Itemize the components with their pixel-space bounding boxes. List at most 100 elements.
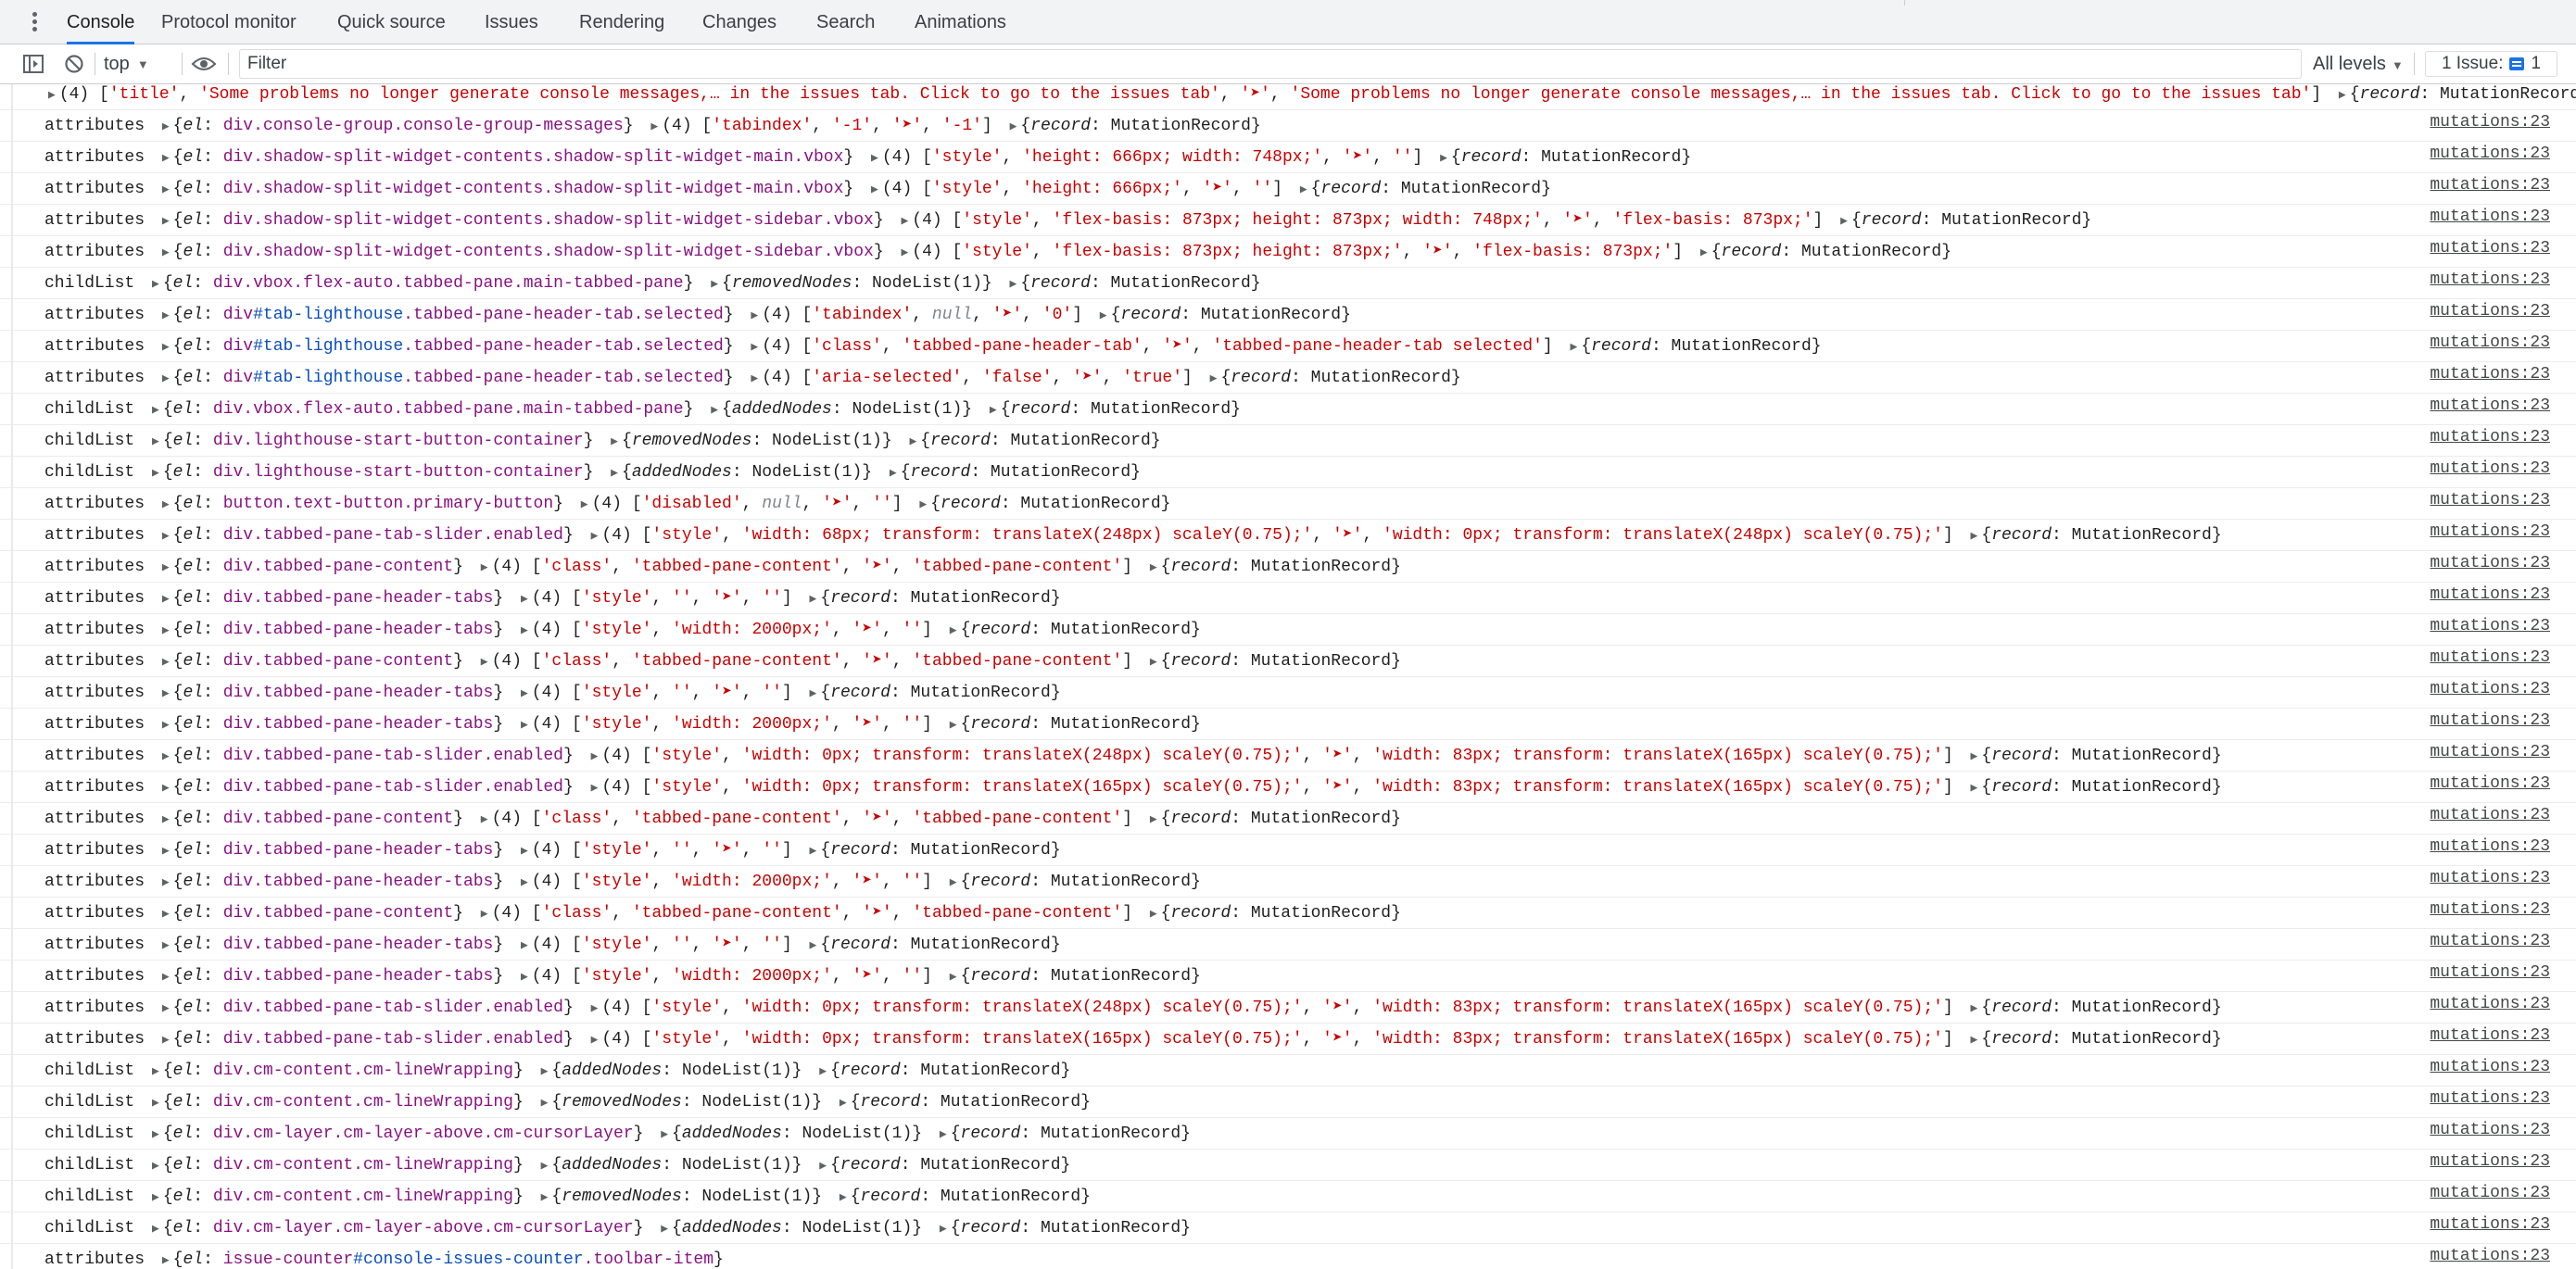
source-link[interactable]: mutations:23 [2430,799,2550,831]
source-link[interactable]: mutations:23 [2430,516,2550,547]
source-link[interactable]: mutations:23 [2430,201,2550,232]
tab-quick-source[interactable]: Quick source [337,0,446,44]
console-message-text[interactable]: childList ▶ {el: div.cm-content.cm-lineWr… [44,1150,1070,1182]
console-message-row[interactable]: attributes ▶ {el: div.tabbed-pane-tab-sli… [0,772,2576,803]
console-message-row[interactable]: attributes ▶ {el: div.tabbed-pane-tab-sli… [0,520,2576,551]
source-link[interactable]: mutations:23 [2430,138,2550,170]
console-message-row[interactable]: attributes ▶ {el: div.console-group.conso… [0,110,2576,142]
console-message-text[interactable]: attributes ▶ {el: div#tab-lighthouse.tabb… [44,331,1822,363]
console-message-text[interactable]: childList ▶ {el: div.cm-layer.cm-layer-ab… [44,1212,1191,1245]
console-message-row[interactable]: attributes ▶ {el: div.tabbed-pane-header-… [0,961,2576,992]
console-message-text[interactable]: attributes ▶ {el: div.tabbed-pane-header-… [44,961,1201,993]
console-message-row[interactable]: attributes ▶ {el: div.tabbed-pane-tab-sli… [0,740,2576,772]
source-link[interactable]: mutations:23 [2430,1240,2550,1269]
source-link[interactable]: mutations:23 [2430,673,2550,705]
console-message-text[interactable]: childList ▶ {el: div.cm-content.cm-lineWr… [44,1181,1091,1213]
console-message-row[interactable]: childList ▶ {el: div.cm-layer.cm-layer-ab… [0,1118,2576,1150]
source-link[interactable]: mutations:23 [2430,925,2550,957]
console-message-row[interactable]: childList ▶ {el: div.lighthouse-start-but… [0,457,2576,488]
console-message-row[interactable]: attributes ▶ {el: div.tabbed-pane-header-… [0,677,2576,709]
source-link[interactable]: mutations:23 [2430,579,2550,610]
console-message-text[interactable]: attributes ▶ {el: div.tabbed-pane-tab-sli… [44,992,2222,1024]
source-link[interactable]: mutations:23 [2430,107,2550,138]
source-link[interactable]: mutations:23 [2430,390,2550,421]
console-message-text[interactable]: attributes ▶ {el: div#tab-lighthouse.tabb… [44,299,1351,332]
source-link[interactable]: mutations:23 [2430,327,2550,358]
console-message-text[interactable]: attributes ▶ {el: div.tabbed-pane-tab-sli… [44,520,2222,552]
console-message-text[interactable]: attributes ▶ {el: div.shadow-split-widget… [44,236,1951,269]
console-message-text[interactable]: attributes ▶ {el: div#tab-lighthouse.tabb… [44,362,1461,395]
source-link[interactable]: mutations:23 [2430,232,2550,264]
more-tabs-icon[interactable] [25,12,44,32]
filter-input[interactable] [239,49,2302,79]
source-link[interactable]: mutations:23 [2430,1051,2550,1083]
console-message-text[interactable]: childList ▶ {el: div.lighthouse-start-but… [44,457,1141,489]
console-message-row[interactable]: childList ▶ {el: div.vbox.flex-auto.tabbe… [0,268,2576,299]
log-levels-dropdown[interactable]: All levels ▼ [2313,44,2404,83]
console-message-row[interactable]: ▶ (4) ['title', 'Some problems no longer … [0,84,2576,110]
console-message-text[interactable]: attributes ▶ {el: div.tabbed-pane-content… [44,551,1401,584]
console-message-row[interactable]: attributes ▶ {el: div.tabbed-pane-tab-sli… [0,1024,2576,1055]
console-message-row[interactable]: childList ▶ {el: div.cm-layer.cm-layer-ab… [0,1212,2576,1244]
source-link[interactable]: mutations:23 [2430,358,2550,390]
source-link[interactable]: mutations:23 [2430,736,2550,768]
console-message-row[interactable]: childList ▶ {el: div.cm-content.cm-lineWr… [0,1181,2576,1212]
source-link[interactable]: mutations:23 [2430,957,2550,988]
source-link[interactable]: mutations:23 [2430,1146,2550,1177]
source-link[interactable]: mutations:23 [2430,610,2550,642]
console-message-text[interactable]: attributes ▶ {el: div.tabbed-pane-header-… [44,929,1061,961]
console-message-text[interactable]: attributes ▶ {el: div.tabbed-pane-header-… [44,709,1201,741]
console-message-text[interactable]: ▶ (4) ['title', 'Some problems no longer … [48,84,2576,111]
show-sidebar-icon[interactable] [20,44,46,83]
console-message-row[interactable]: childList ▶ {el: div.cm-content.cm-lineWr… [0,1150,2576,1181]
console-message-text[interactable]: attributes ▶ {el: div.shadow-split-widget… [44,173,1551,206]
source-link[interactable]: mutations:23 [2430,894,2550,925]
tab-changes[interactable]: Changes [702,0,777,44]
console-message-text[interactable]: attributes ▶ {el: div.tabbed-pane-header-… [44,614,1201,647]
console-message-text[interactable]: childList ▶ {el: div.vbox.flex-auto.tabbe… [44,268,1261,300]
console-message-row[interactable]: attributes ▶ {el: div.tabbed-pane-tab-sli… [0,992,2576,1024]
tab-rendering[interactable]: Rendering [579,0,664,44]
console-message-text[interactable]: attributes ▶ {el: div.tabbed-pane-header-… [44,866,1201,898]
source-link[interactable]: mutations:23 [2430,484,2550,516]
source-link[interactable]: mutations:23 [2430,705,2550,736]
source-link[interactable]: mutations:23 [2430,642,2550,673]
issues-counter-button[interactable]: 1 Issue: 1 [2425,51,2557,77]
console-message-row[interactable]: attributes ▶ {el: div.tabbed-pane-header-… [0,583,2576,614]
source-link[interactable]: mutations:23 [2430,1083,2550,1114]
source-link[interactable]: mutations:23 [2430,547,2550,579]
source-link[interactable]: mutations:23 [2430,831,2550,862]
console-message-row[interactable]: childList ▶ {el: div.cm-content.cm-lineWr… [0,1087,2576,1118]
source-link[interactable]: mutations:23 [2430,1020,2550,1051]
console-message-text[interactable]: attributes ▶ {el: button.text-button.prim… [44,488,1170,521]
tab-console[interactable]: Console [67,0,135,44]
source-link[interactable]: mutations:23 [2430,264,2550,295]
console-message-row[interactable]: attributes ▶ {el: div.shadow-split-widget… [0,173,2576,205]
console-message-text[interactable]: childList ▶ {el: div.cm-content.cm-lineWr… [44,1055,1070,1087]
console-message-row[interactable]: childList ▶ {el: div.cm-content.cm-lineWr… [0,1055,2576,1087]
console-message-text[interactable]: attributes ▶ {el: div.console-group.conso… [44,110,1261,143]
source-link[interactable]: mutations:23 [2430,421,2550,453]
console-message-text[interactable]: attributes ▶ {el: div.tabbed-pane-tab-sli… [44,740,2222,773]
source-link[interactable]: mutations:23 [2430,1209,2550,1240]
javascript-context-select[interactable]: top ▼ [104,44,173,83]
console-message-row[interactable]: attributes ▶ {el: div#tab-lighthouse.tabb… [0,331,2576,362]
console-message-text[interactable]: attributes ▶ {el: div.tabbed-pane-content… [44,898,1401,930]
console-message-text[interactable]: attributes ▶ {el: div.tabbed-pane-tab-sli… [44,1024,2222,1056]
console-message-row[interactable]: attributes ▶ {el: div#tab-lighthouse.tabb… [0,362,2576,394]
source-link[interactable]: mutations:23 [2430,768,2550,799]
console-message-row[interactable]: attributes ▶ {el: div.shadow-split-widget… [0,205,2576,236]
console-message-text[interactable]: attributes ▶ {el: div.tabbed-pane-content… [44,803,1401,836]
console-message-row[interactable]: attributes ▶ {el: div.tabbed-pane-content… [0,646,2576,677]
console-message-row[interactable]: attributes ▶ {el: button.text-button.prim… [0,488,2576,520]
tab-animations[interactable]: Animations [915,0,1006,44]
console-message-row[interactable]: attributes ▶ {el: div.tabbed-pane-header-… [0,929,2576,961]
console-message-row[interactable]: attributes ▶ {el: div.tabbed-pane-content… [0,551,2576,583]
source-link[interactable]: mutations:23 [2430,453,2550,484]
console-message-row[interactable]: attributes ▶ {el: div.tabbed-pane-header-… [0,709,2576,740]
console-message-text[interactable]: attributes ▶ {el: div.tabbed-pane-header-… [44,677,1061,710]
tab-search[interactable]: Search [816,0,875,44]
clear-console-icon[interactable] [61,44,87,83]
console-message-text[interactable]: childList ▶ {el: div.lighthouse-start-but… [44,425,1161,458]
console-message-row[interactable]: attributes ▶ {el: div.tabbed-pane-header-… [0,835,2576,866]
